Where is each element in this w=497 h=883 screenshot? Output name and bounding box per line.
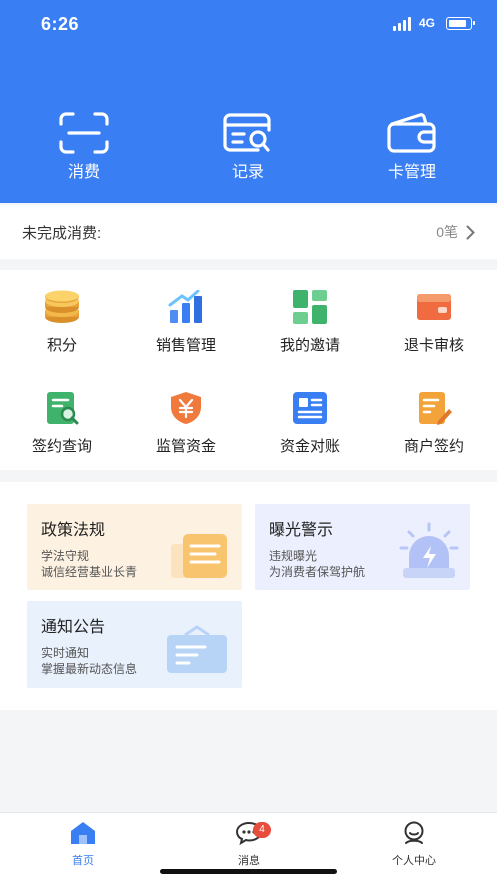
card-notices-announcements[interactable]: 通知公告 实时通知 掌握最新动态信息	[27, 601, 242, 688]
invite-grid-icon	[293, 290, 327, 324]
tab-home[interactable]: 首页	[28, 821, 138, 868]
grid-item-contract-query[interactable]: 签约查询	[7, 391, 117, 456]
sales-chart-icon	[168, 289, 202, 323]
alarm-light-icon	[399, 522, 459, 578]
grid-item-merchant-signing[interactable]: 商户签约	[379, 391, 489, 456]
grid-item-supervised-funds[interactable]: 监管资金	[131, 391, 241, 456]
grid-item-label: 退卡审核	[403, 337, 464, 354]
document-icon	[171, 534, 227, 578]
tab-profile[interactable]: 个人中心	[359, 821, 469, 868]
battery-icon	[446, 17, 475, 30]
coins-icon	[45, 290, 79, 323]
grid-item-label: 积分	[46, 337, 77, 354]
pending-consumption-row[interactable]: 未完成消费: 0笔	[0, 205, 497, 259]
quick-action-label: 消费	[67, 164, 100, 181]
grid-item-label: 资金对账	[279, 438, 340, 455]
info-cards-section: 政策法规 学法守规 诚信经营基业长青 曝光警示 违规曝光 为消费者保驾护航 通知…	[0, 482, 497, 710]
unread-badge: 4	[253, 822, 271, 838]
grid-item-sales-management[interactable]: 销售管理	[131, 289, 241, 355]
home-indicator	[160, 869, 337, 874]
signal-icon	[393, 17, 413, 31]
pending-label: 未完成消费:	[22, 224, 102, 242]
status-time: 6:26	[41, 14, 80, 34]
grid-item-points[interactable]: 积分	[7, 290, 117, 355]
card-exposure-warning[interactable]: 曝光警示 违规曝光 为消费者保驾护航	[255, 504, 470, 590]
grid-item-label: 我的邀请	[279, 337, 340, 354]
card-policies-regulations[interactable]: 政策法规 学法守规 诚信经营基业长青	[27, 504, 242, 590]
tab-label: 个人中心	[392, 855, 436, 867]
grid-item-label: 商户签约	[403, 438, 464, 455]
header: 6:26 4G 消费 记录 卡管理	[0, 0, 497, 203]
fund-shield-icon	[171, 392, 201, 424]
quick-action-consume[interactable]: 消费	[29, 112, 139, 182]
function-grid: 积分 销售管理 我的邀请 退卡审核 签约查询 监管资金 资金对账 商户签约	[0, 270, 497, 470]
card-return-icon	[417, 294, 451, 320]
quick-action-label: 记录	[231, 164, 264, 181]
reconcile-icon	[293, 392, 327, 424]
quick-action-records[interactable]: 记录	[193, 112, 303, 182]
notice-board-icon	[167, 625, 227, 673]
record-search-icon	[223, 113, 271, 152]
wallet-icon	[387, 113, 436, 153]
merchant-sign-icon	[419, 392, 452, 425]
quick-action-label: 卡管理	[387, 164, 436, 181]
grid-item-card-return-review[interactable]: 退卡审核	[379, 290, 489, 355]
status-bar: 6:26 4G	[0, 0, 497, 48]
grid-item-my-invitations[interactable]: 我的邀请	[255, 290, 365, 355]
grid-item-label: 销售管理	[155, 337, 216, 354]
grid-item-fund-reconciliation[interactable]: 资金对账	[255, 391, 365, 456]
scan-icon	[59, 112, 109, 154]
tab-messages[interactable]: 4 消息	[194, 821, 304, 868]
tab-label: 消息	[238, 855, 260, 867]
quick-action-card-management[interactable]: 卡管理	[357, 112, 467, 182]
grid-item-label: 监管资金	[155, 438, 216, 455]
chevron-right-icon	[466, 225, 475, 239]
pending-count: 0笔	[436, 224, 458, 240]
tab-label: 首页	[72, 855, 94, 867]
pending-count-link[interactable]: 0笔	[436, 222, 475, 242]
network-type: 4G	[419, 16, 436, 30]
profile-icon	[404, 821, 424, 844]
contract-search-icon	[47, 392, 79, 425]
home-icon	[71, 822, 95, 844]
grid-item-label: 签约查询	[31, 438, 92, 455]
